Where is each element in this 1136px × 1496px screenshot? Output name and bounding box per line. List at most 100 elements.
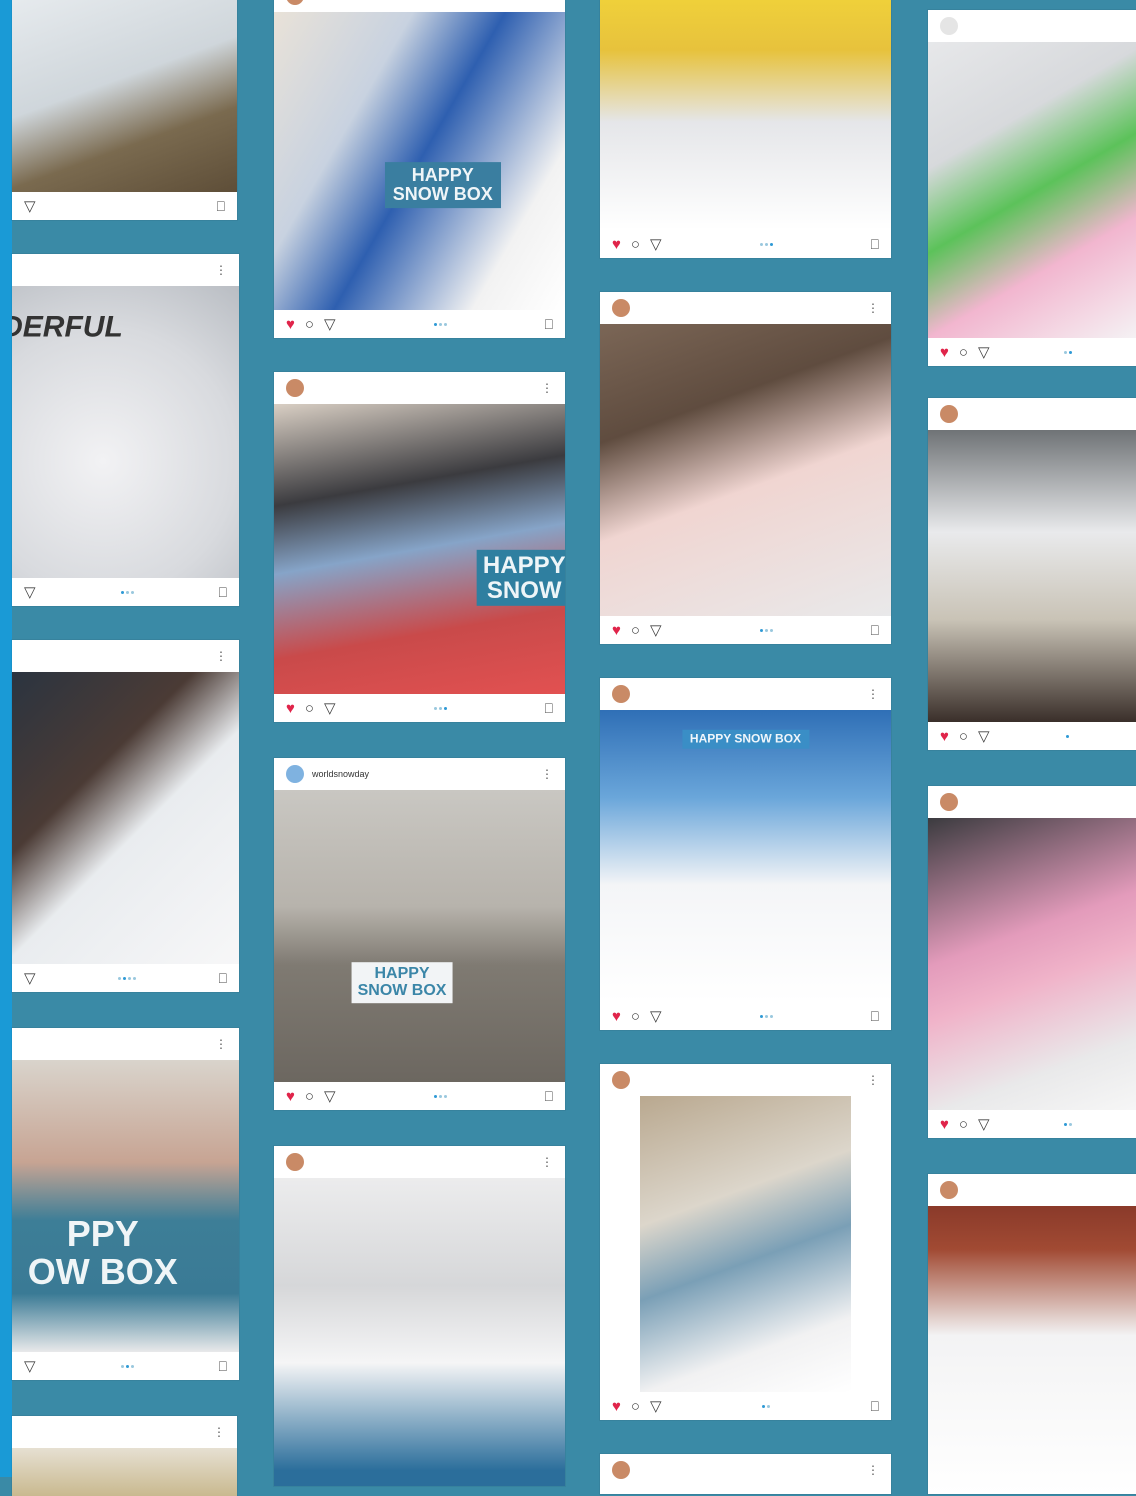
more-icon[interactable]: ⋮ <box>215 649 227 663</box>
bookmark-icon[interactable]: ⎕ <box>871 1008 879 1025</box>
share-icon[interactable]: ▽ <box>650 623 662 638</box>
heart-icon[interactable]: ♥ <box>940 345 949 360</box>
avatar[interactable] <box>286 379 304 397</box>
heart-icon[interactable]: ♥ <box>940 1117 949 1132</box>
comment-icon[interactable]: ○ <box>959 1117 968 1132</box>
share-icon[interactable]: ▽ <box>24 1359 36 1374</box>
avatar[interactable] <box>940 17 958 35</box>
share-icon[interactable]: ▽ <box>978 1117 990 1132</box>
avatar[interactable] <box>612 1071 630 1089</box>
post-photo: HAPPY SNOW BOX <box>274 790 565 1082</box>
bookmark-icon[interactable]: ⎕ <box>545 316 553 333</box>
bookmark-icon[interactable]: ⎕ <box>545 1088 553 1105</box>
post-card[interactable]: ⋮ PPY OW BOX ▽ ⎕ <box>12 1028 239 1380</box>
bookmark-icon[interactable]: ⎕ <box>871 1398 879 1415</box>
more-icon[interactable]: ⋮ <box>541 381 553 395</box>
post-card[interactable]: ⋮ HAPPY SNOW BOX ♥ ○ ▽ ⎕ <box>600 678 891 1030</box>
post-card[interactable]: ♥ ○ ▽ ⎕ <box>600 0 891 258</box>
more-icon[interactable]: ⋮ <box>213 1425 225 1439</box>
avatar[interactable] <box>286 765 304 783</box>
bookmark-icon[interactable]: ⎕ <box>545 700 553 717</box>
comment-icon[interactable]: ○ <box>305 317 314 332</box>
avatar[interactable] <box>612 685 630 703</box>
heart-icon[interactable]: ♥ <box>612 1009 621 1024</box>
more-icon[interactable]: ⋮ <box>215 1037 227 1051</box>
more-icon[interactable]: ⋮ <box>867 301 879 315</box>
avatar[interactable] <box>612 1461 630 1479</box>
share-icon[interactable]: ▽ <box>650 1009 662 1024</box>
post-card[interactable]: ▽ ⎕ <box>12 0 237 220</box>
post-header: ⋮ <box>600 1454 891 1486</box>
post-header: worldsnowday ⋮ <box>274 758 565 790</box>
comment-icon[interactable]: ○ <box>631 237 640 252</box>
heart-icon[interactable]: ♥ <box>940 729 949 744</box>
avatar[interactable] <box>940 1181 958 1199</box>
more-icon[interactable]: ⋮ <box>541 1155 553 1169</box>
share-icon[interactable]: ▽ <box>978 729 990 744</box>
post-card[interactable]: HAPPY SNOW BOX ♥ ○ ▽ ⎕ <box>274 0 565 338</box>
post-card[interactable]: ♥ ○ ▽ <box>928 10 1136 366</box>
more-icon[interactable]: ⋮ <box>215 263 227 277</box>
share-icon[interactable]: ▽ <box>324 317 336 332</box>
avatar[interactable] <box>286 0 304 5</box>
heart-icon[interactable]: ♥ <box>612 237 621 252</box>
more-icon[interactable]: ⋮ <box>541 767 553 781</box>
post-header: ⋮ <box>600 292 891 324</box>
share-icon[interactable]: ▽ <box>650 1399 662 1414</box>
post-header: ⋮ <box>12 640 239 672</box>
share-icon[interactable]: ▽ <box>650 237 662 252</box>
post-card[interactable]: ⋮ <box>12 1416 237 1496</box>
comment-icon[interactable]: ○ <box>631 623 640 638</box>
bookmark-icon[interactable]: ⎕ <box>871 236 879 253</box>
comment-icon[interactable]: ○ <box>631 1009 640 1024</box>
post-card[interactable]: ⋮ <box>274 1146 565 1486</box>
post-card[interactable] <box>928 1174 1136 1494</box>
avatar[interactable] <box>286 1153 304 1171</box>
heart-icon[interactable]: ♥ <box>286 1089 295 1104</box>
share-icon[interactable]: ▽ <box>978 345 990 360</box>
post-username[interactable]: worldsnowday <box>312 769 369 779</box>
share-icon[interactable]: ▽ <box>24 199 36 214</box>
post-photo: HAPPY SNOW BOX <box>274 12 565 310</box>
heart-icon[interactable]: ♥ <box>612 623 621 638</box>
comment-icon[interactable]: ○ <box>305 701 314 716</box>
bookmark-icon[interactable]: ⎕ <box>871 622 879 639</box>
post-card[interactable]: ♥ ○ ▽ <box>928 786 1136 1138</box>
share-icon[interactable]: ▽ <box>24 585 36 600</box>
share-icon[interactable]: ▽ <box>324 701 336 716</box>
avatar[interactable] <box>940 793 958 811</box>
comment-icon[interactable]: ○ <box>631 1399 640 1414</box>
post-card[interactable]: ⋮ <box>600 1454 891 1494</box>
comment-icon[interactable]: ○ <box>959 729 968 744</box>
heart-icon[interactable]: ♥ <box>286 317 295 332</box>
avatar[interactable] <box>940 405 958 423</box>
photo-caption-text: DERFUL <box>12 310 123 344</box>
post-card[interactable]: ⋮ DERFUL ▽ ⎕ <box>12 254 239 606</box>
more-icon[interactable]: ⋮ <box>867 1463 879 1477</box>
more-icon[interactable]: ⋮ <box>867 1073 879 1087</box>
heart-icon[interactable]: ♥ <box>612 1399 621 1414</box>
heart-icon[interactable]: ♥ <box>286 701 295 716</box>
bookmark-icon[interactable]: ⎕ <box>219 584 227 601</box>
post-photo <box>928 1206 1136 1494</box>
post-photo <box>600 324 891 616</box>
post-card[interactable]: ⋮ HAPPY SNOW ♥ ○ ▽ ⎕ <box>274 372 565 722</box>
bookmark-icon[interactable]: ⎕ <box>219 970 227 987</box>
post-card[interactable]: ⋮ ♥ ○ ▽ ⎕ <box>600 292 891 644</box>
comment-icon[interactable]: ○ <box>959 345 968 360</box>
avatar[interactable] <box>612 299 630 317</box>
share-icon[interactable]: ▽ <box>324 1089 336 1104</box>
comment-icon[interactable]: ○ <box>305 1089 314 1104</box>
photo-caption-text: HAPPY SNOW BOX <box>384 161 501 208</box>
post-photo: PPY OW BOX <box>12 1060 239 1352</box>
post-card[interactable]: worldsnowday ⋮ HAPPY SNOW BOX ♥ ○ ▽ ⎕ <box>274 758 565 1110</box>
more-icon[interactable]: ⋮ <box>867 687 879 701</box>
carousel-dots <box>759 628 773 632</box>
post-card[interactable]: ⋮ ♥ ○ ▽ ⎕ <box>600 1064 891 1420</box>
post-card[interactable]: ⋮ ▽ ⎕ <box>12 640 239 992</box>
bookmark-icon[interactable]: ⎕ <box>217 198 225 215</box>
bookmark-icon[interactable]: ⎕ <box>219 1358 227 1375</box>
post-header <box>274 0 565 12</box>
post-card[interactable]: ♥ ○ ▽ <box>928 398 1136 750</box>
share-icon[interactable]: ▽ <box>24 971 36 986</box>
